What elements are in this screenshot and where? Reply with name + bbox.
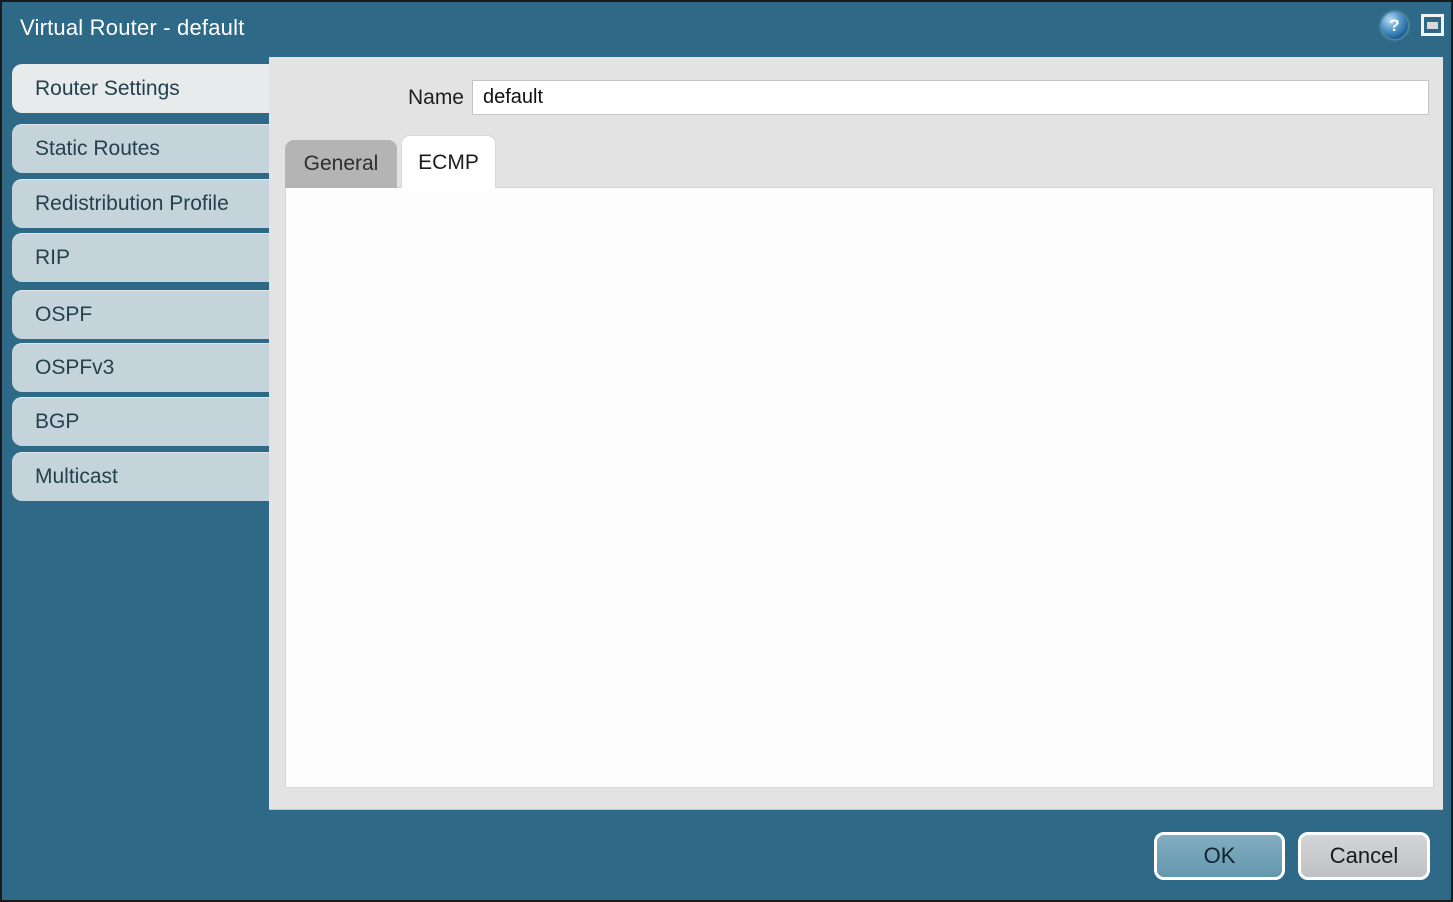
sidebar-item-redistribution-profile[interactable]: Redistribution Profile xyxy=(12,179,269,228)
tab-ecmp[interactable]: ECMP xyxy=(401,135,496,188)
sidebar-item-ospfv3[interactable]: OSPFv3 xyxy=(12,343,269,392)
name-label: Name xyxy=(332,86,464,110)
name-input[interactable] xyxy=(472,80,1429,115)
virtual-router-dialog: Virtual Router - default ? Router Settin… xyxy=(0,0,1453,902)
ecmp-panel xyxy=(285,187,1434,788)
sidebar-item-multicast[interactable]: Multicast xyxy=(12,452,269,501)
window-restore-glyph xyxy=(1427,22,1438,29)
window-restore-icon[interactable] xyxy=(1421,14,1444,36)
sidebar-item-rip[interactable]: RIP xyxy=(12,233,269,282)
sidebar-item-bgp[interactable]: BGP xyxy=(12,397,269,446)
tab-general[interactable]: General xyxy=(285,140,397,188)
sidebar-item-router-settings[interactable]: Router Settings xyxy=(12,64,273,113)
dialog-title: Virtual Router - default xyxy=(20,15,245,41)
cancel-button[interactable]: Cancel xyxy=(1298,832,1430,880)
sidebar-item-ospf[interactable]: OSPF xyxy=(12,290,269,339)
ok-button[interactable]: OK xyxy=(1154,832,1285,880)
sidebar-item-static-routes[interactable]: Static Routes xyxy=(12,124,269,173)
help-icon[interactable]: ? xyxy=(1381,12,1408,39)
